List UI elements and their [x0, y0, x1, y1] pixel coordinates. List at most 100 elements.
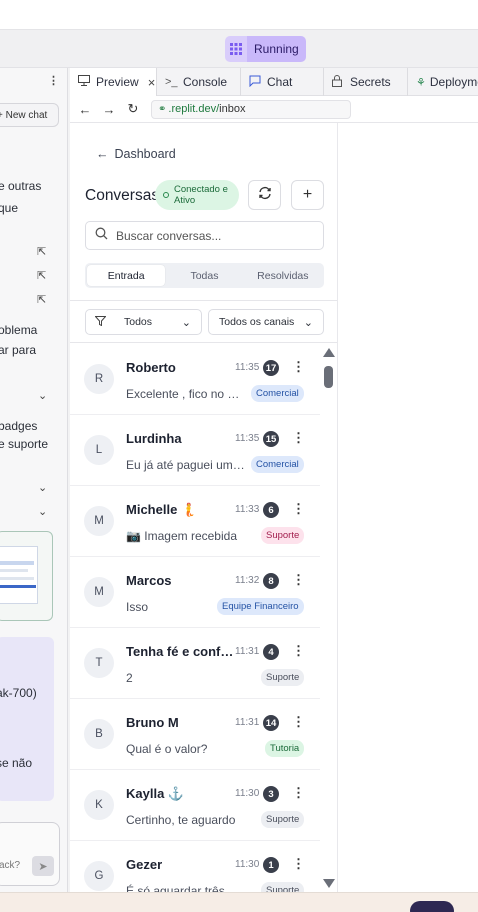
more-options-icon[interactable]: ⋮: [292, 572, 305, 588]
contact-name: Roberto: [126, 360, 176, 375]
reload-icon[interactable]: ↻: [121, 101, 145, 117]
unread-count-badge: 8: [263, 573, 279, 589]
conversation-row[interactable]: L Lurdinha 11:35 15 ⋮ Eu já até paguei u…: [70, 415, 320, 486]
filter-icon: [94, 315, 107, 329]
message-preview: Qual é o valor?: [126, 742, 208, 756]
conversation-row[interactable]: M Marcos 11:32 8 ⋮ Isso Equipe Financeir…: [70, 557, 320, 628]
timestamp: 11:35: [235, 433, 260, 444]
more-options-icon[interactable]: ⋮: [292, 714, 305, 730]
more-options-icon[interactable]: ⋮: [292, 856, 305, 872]
status-line: Ativo: [174, 195, 196, 206]
scroll-thumb[interactable]: [324, 366, 333, 388]
message-preview: Isso: [126, 600, 149, 614]
forward-arrow-icon[interactable]: →: [97, 102, 121, 117]
divider: [70, 342, 337, 343]
tab-deployments[interactable]: ⚘ Deployme: [408, 68, 478, 96]
tab-label: Preview: [96, 75, 139, 89]
back-arrow-icon[interactable]: ←: [73, 102, 97, 117]
inbox-segmented-control: Entrada Todas Resolvidas: [85, 263, 324, 288]
workspace-header: Running: [0, 30, 478, 68]
refresh-icon: [258, 186, 272, 205]
run-button[interactable]: Running: [225, 36, 306, 62]
external-link-icon[interactable]: ⇱: [37, 269, 46, 282]
tab-console[interactable]: >_ Console: [157, 68, 241, 96]
timestamp: 11:30: [235, 788, 260, 799]
chat-text-fragment: oblema: [0, 323, 38, 337]
send-icon[interactable]: ➤: [32, 856, 54, 876]
conversation-list-scrollbar[interactable]: [320, 348, 337, 892]
url-path: inbox: [219, 103, 246, 115]
contact-name: Bruno M: [126, 715, 179, 730]
more-options-icon[interactable]: ⋮: [292, 785, 305, 801]
department-tag: Suporte: [261, 527, 305, 544]
screenshot-thumbnail[interactable]: [0, 531, 53, 621]
close-icon[interactable]: ×: [148, 75, 156, 90]
chevron-down-icon[interactable]: ⌄: [38, 481, 47, 494]
preview-url-bar: ← → ↻ ⚭ .replit.dev/inbox: [70, 96, 478, 123]
terminal-icon: >_: [165, 76, 178, 88]
app-top-bar: [0, 0, 478, 30]
conversation-row[interactable]: M Michelle 🧜 11:33 6 ⋮ 📷 Imagem recebida…: [70, 486, 320, 557]
scroll-down-arrow-icon[interactable]: [323, 879, 335, 888]
chat-text-fragment: badges: [0, 419, 38, 433]
segment-entrada[interactable]: Entrada: [87, 265, 166, 286]
status-line: Conectado e: [174, 183, 228, 195]
scroll-up-arrow-icon[interactable]: [323, 348, 335, 357]
status-filter-select[interactable]: Todos ⌄: [85, 309, 202, 335]
message-preview: 📷 Imagem recebida: [126, 529, 237, 543]
plus-icon: +: [302, 186, 313, 203]
tab-label: Console: [183, 75, 228, 89]
grid-icon: [225, 36, 247, 62]
tab-preview[interactable]: Preview ×: [70, 68, 157, 96]
chat-text-fragment: ak-700): [0, 686, 37, 700]
segment-resolvidas[interactable]: Resolvidas: [244, 265, 322, 286]
message-preview: É só aguardar três meses: [126, 884, 246, 892]
contact-name: Tenha fé e confiança: [126, 644, 234, 659]
department-tag: Tutoria: [265, 740, 305, 757]
panel-menu-icon[interactable]: ⋮: [48, 74, 59, 87]
more-options-icon[interactable]: ⋮: [292, 430, 305, 446]
chevron-down-icon[interactable]: ⌄: [38, 505, 47, 518]
search-input[interactable]: [116, 228, 316, 243]
timestamp: 11:33: [235, 504, 260, 515]
run-button-label: Running: [247, 36, 306, 62]
search-box[interactable]: [85, 221, 324, 250]
refresh-button[interactable]: [248, 180, 281, 210]
chevron-down-icon[interactable]: ⌄: [38, 389, 47, 402]
timestamp: 11:30: [235, 859, 260, 870]
conversation-row[interactable]: K Kaylla ⚓ 11:30 3 ⋮ Certinho, te aguard…: [70, 770, 320, 841]
tab-chat[interactable]: Chat: [241, 68, 324, 96]
department-tag: Suporte: [261, 669, 305, 686]
conversation-row[interactable]: G Gezer 11:30 1 ⋮ É só aguardar três me s…: [70, 841, 320, 892]
chat-input[interactable]: ack?: [0, 822, 60, 886]
segment-todas[interactable]: Todas: [165, 265, 243, 286]
chevron-down-icon: ⌄: [303, 316, 313, 329]
more-options-icon[interactable]: ⋮: [292, 501, 305, 517]
external-link-icon[interactable]: ⇱: [37, 293, 46, 306]
conversation-row[interactable]: B Bruno M 11:31 14 ⋮ Qual é o valor? Tut…: [70, 699, 320, 770]
user-avatar[interactable]: [410, 901, 454, 912]
agent-chat-panel: ⋮ + New chat e outras que ⇱ ⇱ ⇱ oblema a…: [0, 68, 68, 892]
chat-text-fragment: e outras: [0, 179, 42, 193]
url-domain: .replit.dev/: [168, 103, 220, 115]
conversation-row[interactable]: T Tenha fé e confiança 11:31 4 ⋮ 2 Supor…: [70, 628, 320, 699]
unread-count-badge: 1: [263, 857, 279, 873]
more-options-icon[interactable]: ⋮: [292, 359, 305, 375]
dashboard-back-link[interactable]: ← Dashboard: [96, 147, 176, 161]
external-link-icon[interactable]: ⇱: [37, 245, 46, 258]
inbox-app: ← Dashboard Conversas Conectado e Ativo +…: [70, 123, 478, 892]
contact-name: Gezer: [126, 857, 163, 872]
channel-filter-select[interactable]: Todos os canais ⌄: [208, 309, 324, 335]
department-tag: Suporte: [261, 811, 305, 828]
new-conversation-button[interactable]: +: [291, 180, 324, 210]
screenshot-image: [0, 546, 38, 604]
new-chat-button[interactable]: + New chat: [0, 103, 59, 127]
more-options-icon[interactable]: ⋮: [292, 643, 305, 659]
tab-secrets[interactable]: Secrets: [324, 68, 408, 96]
url-field[interactable]: ⚭ .replit.dev/inbox: [151, 99, 351, 119]
chat-icon: [249, 75, 263, 90]
avatar: R: [84, 364, 114, 394]
conversation-row[interactable]: R Roberto 11:35 17 ⋮ Excelente , fico no…: [70, 344, 320, 415]
agent-message-card: ak-700) se não: [0, 637, 54, 801]
unread-count-badge: 17: [263, 360, 279, 376]
